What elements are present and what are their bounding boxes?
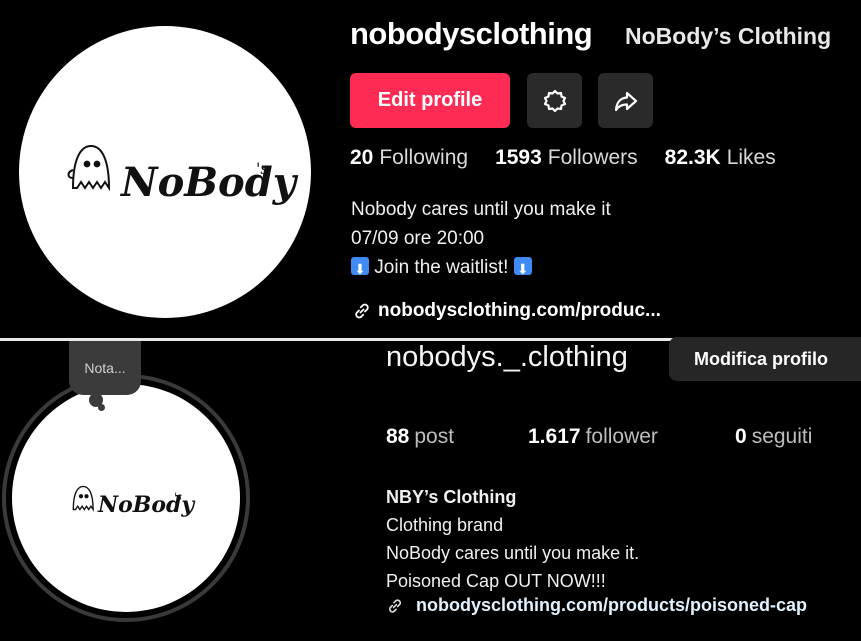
edit-profile-button[interactable]: Modifica profilo (669, 337, 861, 381)
following-count[interactable]: 20 Following (350, 146, 468, 170)
share-icon (614, 91, 637, 111)
bio-line: Nobody cares until you make it (351, 199, 611, 220)
tiktok-bio: Nobody cares until you make it 07/09 ore… (351, 195, 611, 285)
instagram-avatar[interactable]: NoBody 's (12, 384, 240, 612)
followers-count[interactable]: 1.617 follower (528, 425, 658, 449)
ghost-icon (72, 485, 94, 512)
settings-button[interactable] (527, 73, 582, 128)
bio-line: Join the waitlist! (351, 253, 611, 285)
instagram-bio: NBY’s Clothing Clothing brand NoBody car… (386, 483, 639, 595)
followers-count[interactable]: 1593 Followers (495, 146, 638, 170)
link-icon (389, 598, 401, 613)
edit-profile-button[interactable]: Edit profile (350, 73, 510, 128)
bio-name: NBY’s Clothing (386, 487, 517, 507)
tiktok-profile-header: NoBody 's nobodysclothing NoBody’s Cloth… (0, 0, 861, 338)
posts-count: 88 post (386, 425, 455, 448)
tiktok-avatar[interactable]: NoBody 's (19, 26, 311, 318)
down-arrow-emoji-icon (351, 256, 369, 285)
bio-line: NoBody cares until you make it. (386, 543, 640, 563)
gear-icon (543, 89, 566, 112)
link-icon (355, 303, 369, 319)
ghost-logo: NoBody 's (72, 485, 196, 518)
down-arrow-emoji-icon (513, 256, 532, 285)
tiktok-nickname: NoBody’s Clothing (625, 23, 832, 49)
tiktok-username: nobodysclothing (350, 16, 593, 51)
share-button[interactable] (598, 73, 653, 128)
likes-count: 82.3K Likes (664, 146, 776, 169)
bio-line: Poisoned Cap OUT NOW!!! (386, 571, 606, 591)
ghost-icon (67, 144, 111, 192)
instagram-username: nobodys._.clothing (386, 341, 628, 373)
bio-line: 07/09 ore 20:00 (351, 228, 485, 249)
note-bubble-tail (98, 404, 105, 411)
logo-suffix: 's (174, 492, 182, 503)
logo-suffix: 's (256, 159, 269, 178)
tiktok-bio-link[interactable]: nobodysclothing.com/produc... (352, 300, 661, 322)
instagram-bio-link[interactable]: nobodysclothing.com/products/poisoned-ca… (386, 595, 807, 616)
bio-line: Clothing brand (386, 515, 504, 535)
tiktok-stats: 20 Following 1593 Followers 82.3K Likes (350, 146, 803, 170)
logo-text: NoBody (119, 159, 299, 206)
following-count[interactable]: 0 seguiti (735, 425, 812, 449)
note-bubble[interactable]: Nota... (69, 341, 141, 395)
screenshot: NoBody 's nobodysclothing NoBody’s Cloth… (0, 0, 861, 641)
instagram-profile-header: NoBody 's Nota... nobodys._.clothing Mod… (0, 337, 861, 641)
ghost-logo: NoBody 's (67, 144, 299, 206)
